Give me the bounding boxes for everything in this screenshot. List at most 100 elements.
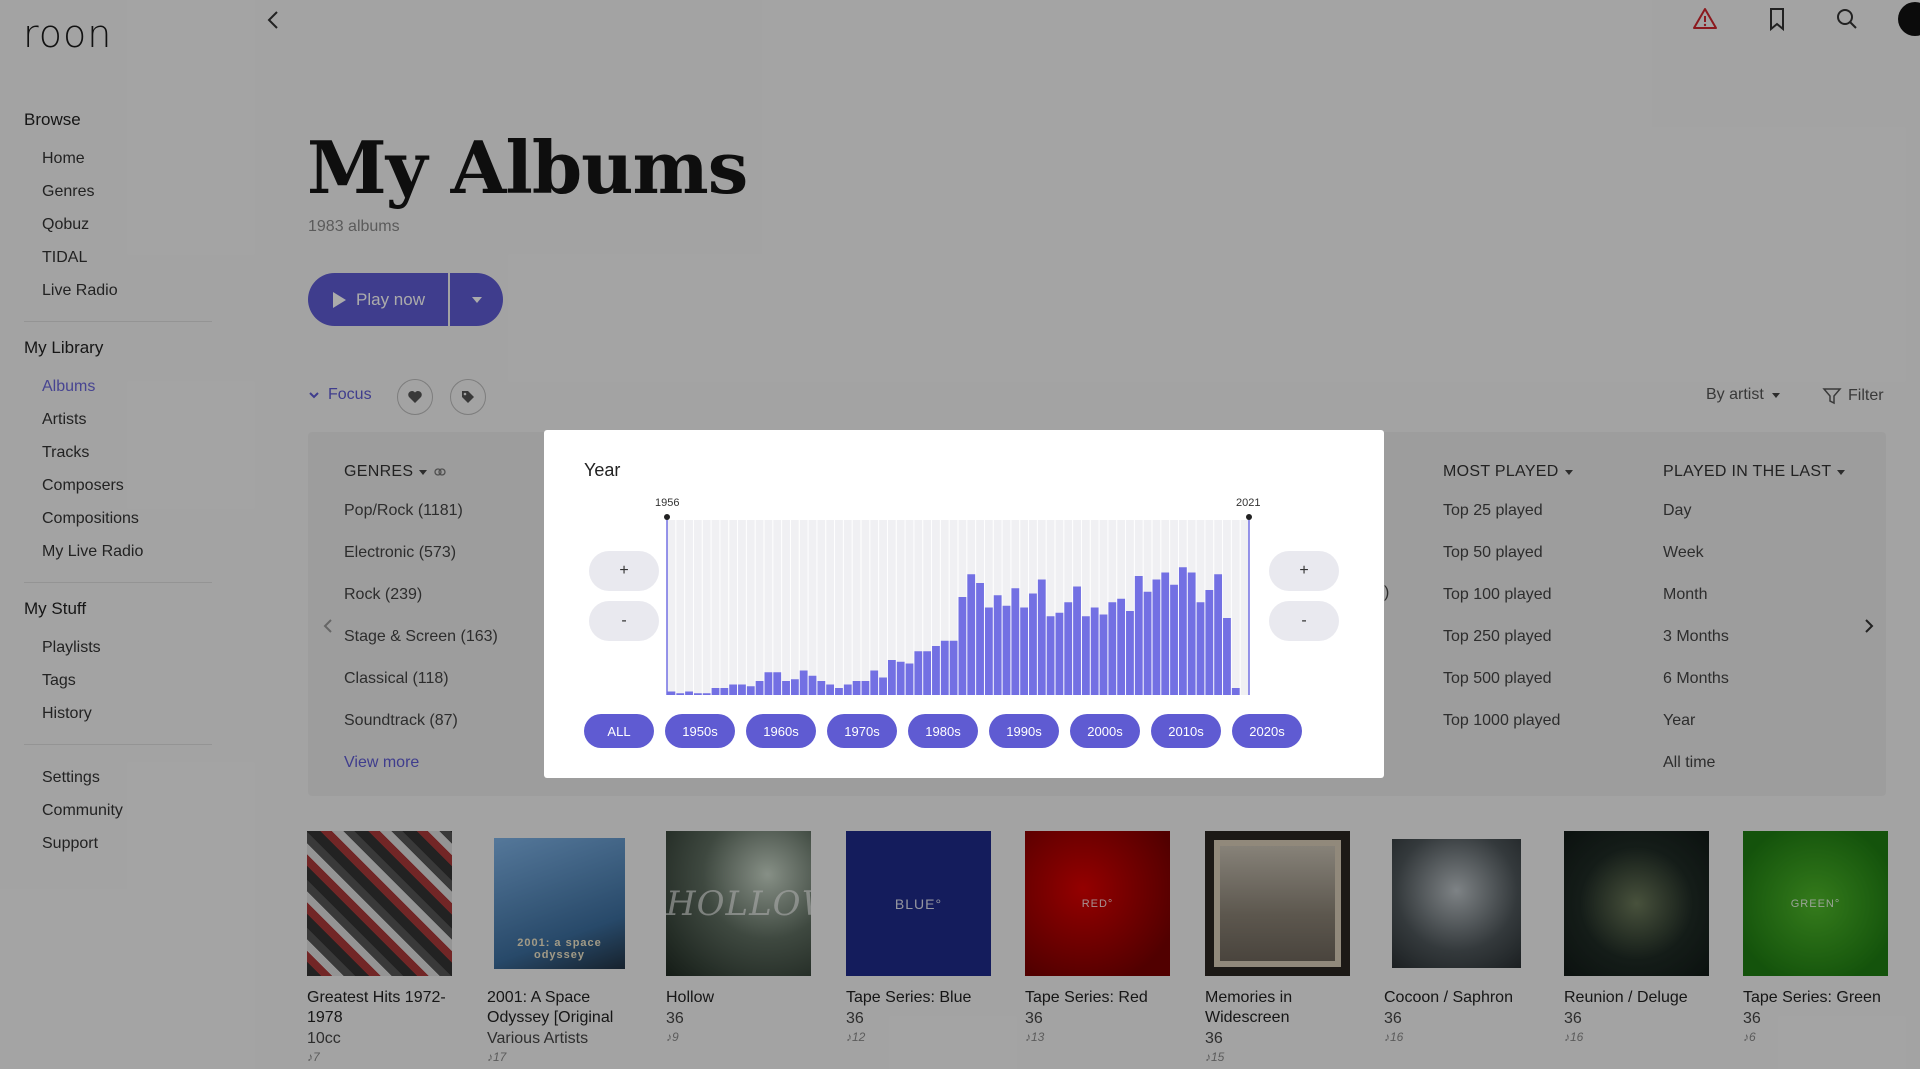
- histogram-bar-2010[interactable]: [1143, 591, 1152, 695]
- histogram-bar-1997[interactable]: [1029, 593, 1037, 696]
- histogram-slot: [870, 520, 879, 695]
- histogram-bar-2018[interactable]: [1214, 574, 1223, 695]
- histogram-slot: [676, 520, 685, 695]
- histogram-bar-1960[interactable]: [702, 693, 711, 695]
- decade-1960s-button[interactable]: 1960s: [746, 714, 816, 748]
- decade-2000s-button[interactable]: 2000s: [1070, 714, 1140, 748]
- histogram-bar-2004[interactable]: [1090, 607, 1099, 696]
- histogram-bar-2006[interactable]: [1108, 602, 1117, 695]
- histogram-slot: [826, 520, 835, 695]
- histogram-bar-2019[interactable]: [1223, 618, 1231, 695]
- histogram-slot: [799, 520, 808, 695]
- histogram-bar-1966[interactable]: [755, 681, 764, 695]
- histogram-bar-2001[interactable]: [1064, 602, 1073, 695]
- histogram-bar-2003[interactable]: [1081, 616, 1090, 695]
- histogram-slot: [835, 520, 843, 695]
- histogram-bar-2008[interactable]: [1126, 611, 1134, 695]
- histogram-bar-2014[interactable]: [1178, 567, 1187, 695]
- histogram-bar-1957[interactable]: [676, 693, 685, 695]
- histogram-bar-1969[interactable]: [782, 681, 790, 695]
- decade-1990s-button[interactable]: 1990s: [989, 714, 1059, 748]
- year-histogram[interactable]: [544, 430, 1384, 710]
- histogram-slot: [738, 520, 746, 695]
- right-zoom-out-button[interactable]: -: [1269, 601, 1339, 641]
- histogram-slot: [702, 520, 711, 695]
- histogram-bar-1958[interactable]: [685, 691, 693, 696]
- histogram-bar-1994[interactable]: [1002, 605, 1011, 695]
- histogram-slot: [685, 520, 693, 695]
- histogram-bar-1980[interactable]: [879, 677, 887, 696]
- histogram-bar-2005[interactable]: [1099, 614, 1108, 696]
- left-zoom-out-button[interactable]: -: [589, 601, 659, 641]
- histogram-bar-1964[interactable]: [738, 684, 746, 696]
- histogram-bar-1990[interactable]: [967, 574, 976, 695]
- histogram-bar-1967[interactable]: [764, 672, 773, 695]
- histogram-bar-1996[interactable]: [1020, 607, 1029, 696]
- decade-1980s-button[interactable]: 1980s: [908, 714, 978, 748]
- histogram-bar-1984[interactable]: [914, 651, 923, 695]
- decade-2020s-button[interactable]: 2020s: [1232, 714, 1302, 748]
- histogram-bar-2013[interactable]: [1170, 584, 1178, 695]
- histogram-bar-1959[interactable]: [693, 693, 702, 695]
- histogram-bar-2012[interactable]: [1161, 572, 1170, 696]
- histogram-bar-1988[interactable]: [949, 640, 958, 695]
- histogram-bar-1989[interactable]: [958, 597, 967, 695]
- histogram-bar-1985[interactable]: [923, 651, 932, 695]
- decade-buttons: ALL 1950s 1960s 1970s 1980s 1990s 2000s …: [584, 714, 1302, 748]
- histogram-slot: [711, 520, 720, 695]
- decade-1950s-button[interactable]: 1950s: [665, 714, 735, 748]
- histogram-bar-1970[interactable]: [790, 679, 799, 695]
- histogram-bar-1993[interactable]: [993, 595, 1002, 695]
- decade-1970s-button[interactable]: 1970s: [827, 714, 897, 748]
- decade-2010s-button[interactable]: 2010s: [1151, 714, 1221, 748]
- histogram-bar-2015[interactable]: [1187, 572, 1196, 696]
- right-zoom-in-button[interactable]: +: [1269, 551, 1339, 591]
- histogram-bar-2011[interactable]: [1152, 579, 1161, 696]
- histogram-bar-1986[interactable]: [932, 646, 940, 695]
- histogram-slot: [852, 520, 861, 695]
- histogram-bar-1991[interactable]: [976, 583, 984, 695]
- histogram-bar-1971[interactable]: [799, 670, 808, 696]
- histogram-bar-1976[interactable]: [843, 684, 852, 696]
- histogram-bar-1968[interactable]: [773, 672, 782, 695]
- histogram-slot: [1240, 520, 1249, 695]
- histogram-bar-1963[interactable]: [729, 684, 738, 696]
- histogram-bar-2002[interactable]: [1073, 586, 1081, 696]
- histogram-bar-1975[interactable]: [835, 688, 843, 695]
- histogram-bar-2016[interactable]: [1196, 602, 1205, 695]
- histogram-bar-1961[interactable]: [711, 688, 720, 695]
- histogram-slot: [720, 520, 729, 695]
- left-zoom-in-button[interactable]: +: [589, 551, 659, 591]
- histogram-bar-1962[interactable]: [720, 688, 729, 695]
- range-start-handle[interactable]: [664, 514, 670, 520]
- histogram-bar-2007[interactable]: [1117, 598, 1126, 695]
- histogram-bar-2020[interactable]: [1231, 688, 1240, 695]
- histogram-slot: [773, 520, 782, 695]
- histogram-bar-1973[interactable]: [817, 681, 826, 695]
- histogram-bar-1982[interactable]: [896, 661, 905, 695]
- histogram-slot: [764, 520, 773, 695]
- histogram-bar-1972[interactable]: [808, 675, 817, 695]
- histogram-slot: [693, 520, 702, 695]
- histogram-slot: [843, 520, 852, 695]
- histogram-bar-2000[interactable]: [1055, 612, 1064, 695]
- histogram-bar-1998[interactable]: [1037, 579, 1046, 696]
- histogram-bar-1999[interactable]: [1046, 616, 1055, 695]
- histogram-bar-1978[interactable]: [861, 681, 870, 695]
- histogram-bar-2017[interactable]: [1205, 590, 1214, 695]
- decade-all-button[interactable]: ALL: [584, 714, 654, 748]
- histogram-bar-1974[interactable]: [826, 684, 835, 696]
- histogram-bar-1979[interactable]: [870, 670, 879, 696]
- histogram-slot: [755, 520, 764, 695]
- histogram-bar-2009[interactable]: [1134, 576, 1143, 695]
- histogram-bar-1987[interactable]: [940, 640, 949, 695]
- histogram-slot: [879, 520, 887, 695]
- range-end-handle[interactable]: [1246, 514, 1252, 520]
- histogram-bar-1995[interactable]: [1011, 588, 1020, 695]
- histogram-bar-1956[interactable]: [667, 691, 676, 696]
- histogram-bar-1992[interactable]: [984, 607, 993, 696]
- histogram-bar-1983[interactable]: [905, 663, 914, 696]
- histogram-bar-1981[interactable]: [887, 660, 896, 695]
- histogram-bar-1965[interactable]: [746, 686, 755, 695]
- histogram-bar-1977[interactable]: [852, 681, 861, 695]
